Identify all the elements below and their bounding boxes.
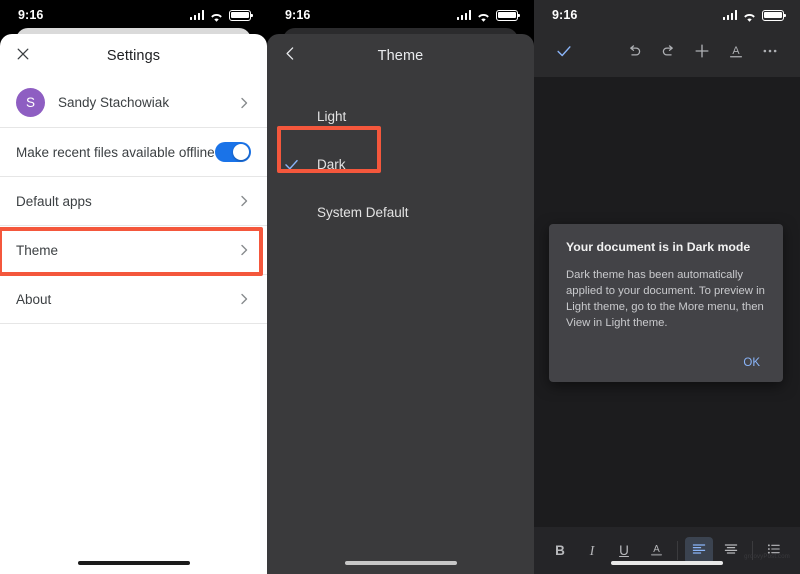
undo-button[interactable] — [617, 37, 651, 71]
document-canvas[interactable]: Your document is in Dark mode Dark theme… — [534, 77, 800, 527]
wifi-icon — [209, 10, 224, 22]
row-label: Default apps — [16, 193, 92, 209]
divider — [677, 541, 678, 560]
check-icon — [555, 42, 573, 65]
cellular-signal-icon — [456, 10, 471, 20]
status-icons — [722, 9, 787, 22]
undo-icon — [626, 43, 643, 65]
cellular-signal-icon — [722, 10, 737, 20]
row-about[interactable]: About — [0, 275, 267, 323]
theme-sheet: Theme Light Dark System Default — [267, 34, 534, 574]
plus-icon — [693, 42, 711, 65]
status-time: 9:16 — [552, 8, 578, 22]
row-theme[interactable]: Theme — [0, 226, 267, 274]
check-icon — [283, 156, 317, 173]
theme-option-label: System Default — [317, 204, 409, 220]
italic-button[interactable]: I — [578, 537, 606, 564]
redo-icon — [660, 43, 677, 65]
row-label: Theme — [16, 242, 59, 258]
offline-files-toggle[interactable] — [215, 142, 251, 162]
chevron-left-icon — [282, 45, 299, 67]
divider — [0, 323, 267, 324]
redo-button[interactable] — [651, 37, 685, 71]
theme-option-dark[interactable]: Dark — [267, 140, 534, 188]
text-format-a-icon: A — [727, 42, 745, 65]
chevron-right-icon — [237, 194, 251, 208]
dialog-body: Dark theme has been automatically applie… — [566, 269, 765, 330]
bold-button[interactable]: B — [546, 537, 574, 564]
panel-theme: 9:16 Theme Light Dark System Default — [267, 0, 534, 574]
row-default-apps[interactable]: Default apps — [0, 177, 267, 225]
dialog-ok-button[interactable]: OK — [737, 353, 766, 373]
page-title: Settings — [106, 48, 161, 64]
screenshot-stage: 9:16 Settings S Sandy Stachowiak Make re… — [0, 0, 800, 574]
row-label: Make recent files available offline — [16, 144, 215, 160]
row-label: About — [16, 291, 52, 307]
home-indicator — [611, 560, 723, 565]
insert-button[interactable] — [685, 37, 719, 71]
chevron-right-icon — [237, 292, 251, 306]
panel-settings: 9:16 Settings S Sandy Stachowiak Make re… — [0, 0, 267, 574]
theme-header: Theme — [267, 34, 534, 78]
dialog-title: Your document is in Dark mode — [566, 240, 751, 254]
status-time: 9:16 — [18, 8, 44, 22]
text-color-a-icon: A — [648, 541, 665, 561]
settings-sheet: Settings S Sandy Stachowiak Make recent … — [0, 34, 267, 574]
more-button[interactable] — [753, 37, 787, 71]
theme-option-label: Dark — [317, 156, 346, 172]
svg-text:A: A — [732, 45, 740, 57]
status-time: 9:16 — [285, 8, 311, 22]
row-offline-files[interactable]: Make recent files available offline — [0, 128, 267, 176]
settings-header: Settings — [0, 34, 267, 78]
page-title: Theme — [377, 48, 424, 64]
panel-document: 9:16 A Your document is in Dark mode Dar… — [534, 0, 800, 574]
format-toolbar: B I U A — [534, 527, 800, 574]
align-left-icon — [691, 541, 707, 560]
dialog-actions: OK — [566, 353, 766, 373]
cellular-signal-icon — [189, 10, 204, 20]
done-check-button[interactable] — [547, 37, 581, 71]
battery-icon — [496, 9, 521, 21]
theme-option-label: Light — [317, 108, 347, 124]
theme-option-system-default[interactable]: System Default — [267, 188, 534, 236]
toggle-knob — [233, 144, 249, 160]
home-indicator — [77, 560, 190, 565]
battery-icon — [229, 9, 254, 21]
avatar: S — [16, 88, 45, 117]
status-icons — [189, 9, 254, 22]
theme-options-list: Light Dark System Default — [267, 78, 534, 236]
account-name: Sandy Stachowiak — [58, 95, 170, 110]
theme-option-light[interactable]: Light — [267, 92, 534, 140]
wifi-icon — [476, 10, 491, 22]
align-center-icon — [723, 541, 739, 560]
chevron-right-icon — [237, 96, 251, 110]
document-toolbar: A — [534, 30, 800, 77]
text-format-button[interactable]: A — [719, 37, 753, 71]
status-bar-panel2: 9:16 — [267, 0, 534, 30]
close-icon — [15, 46, 31, 67]
svg-text:A: A — [653, 544, 660, 555]
status-bar-panel1: 9:16 — [0, 0, 267, 30]
status-icons — [456, 9, 521, 22]
back-button[interactable] — [267, 34, 313, 78]
watermark: groovyPost.com — [744, 554, 790, 560]
close-button[interactable] — [0, 34, 46, 78]
status-bar-panel3: 9:16 — [534, 0, 800, 30]
battery-icon — [762, 9, 787, 21]
account-row[interactable]: S Sandy Stachowiak — [0, 78, 267, 127]
chevron-right-icon — [237, 243, 251, 257]
wifi-icon — [742, 10, 757, 22]
more-horizontal-icon — [761, 42, 779, 65]
home-indicator — [344, 560, 457, 565]
dark-mode-dialog: Your document is in Dark mode Dark theme… — [549, 224, 783, 383]
